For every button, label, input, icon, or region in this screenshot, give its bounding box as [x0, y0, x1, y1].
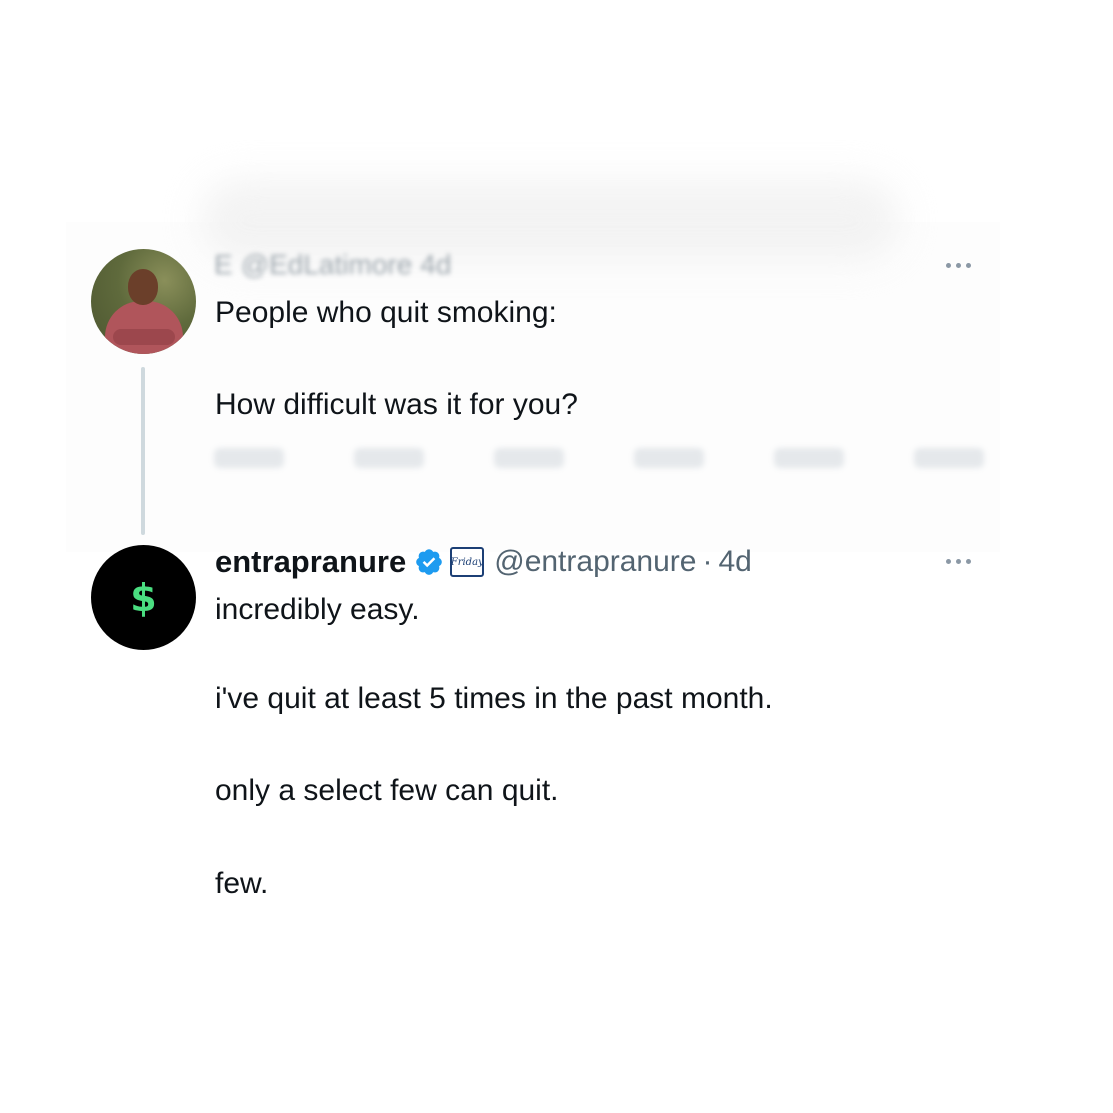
tweet-1-handle: @EdLatimore [240, 249, 413, 280]
tweet-2-text-line-4: few. [215, 867, 269, 900]
tweet-2-text-line-2: i've quit at least 5 times in the past m… [215, 682, 773, 715]
tweet-2-text-line-1: incredibly easy. [215, 593, 420, 626]
tweet-2-display-name[interactable]: entrapranure [215, 544, 406, 580]
affiliate-badge-icon[interactable]: Friday [450, 547, 485, 577]
tweet-1-time: 4d [420, 249, 452, 280]
tweet-2-handle-time: @entrapranure · 4d [494, 545, 752, 579]
quoted-tweet-background [66, 222, 1000, 552]
tweet-1-more-icon[interactable] [940, 259, 976, 271]
tweet-2-separator: · [702, 545, 713, 578]
tweet-1-header-blurred: E @EdLatimore 4d [214, 249, 452, 280]
tweet-1-text-line-2: How difficult was it for you? [215, 388, 578, 421]
tweet-1-actions-blurred [214, 448, 984, 476]
dollar-sign-icon: $ [130, 575, 157, 620]
tweet-1-text-line-1: People who quit smoking: [215, 296, 557, 329]
verified-badge-icon[interactable] [414, 547, 444, 577]
avatar-person-head [128, 269, 158, 305]
reply-tweet-background [66, 552, 1000, 902]
tweet-2-text-line-3: only a select few can quit. [215, 774, 559, 807]
thread-connector-line [141, 367, 145, 535]
tweet-2-handle[interactable]: @entrapranure [494, 545, 696, 578]
avatar-person-arms [113, 329, 175, 345]
tweet-2-avatar[interactable]: $ [91, 545, 196, 650]
tweet-1-avatar[interactable] [91, 249, 196, 354]
blurred-overlay [200, 180, 900, 260]
tweet-2-more-icon[interactable] [940, 555, 976, 567]
tweet-1-name: E [214, 249, 233, 280]
avatar-person-body [105, 301, 183, 354]
tweet-2-time[interactable]: 4d [718, 545, 751, 578]
tweet-2-header: entrapranure Friday @entrapranure · 4d [215, 543, 752, 581]
